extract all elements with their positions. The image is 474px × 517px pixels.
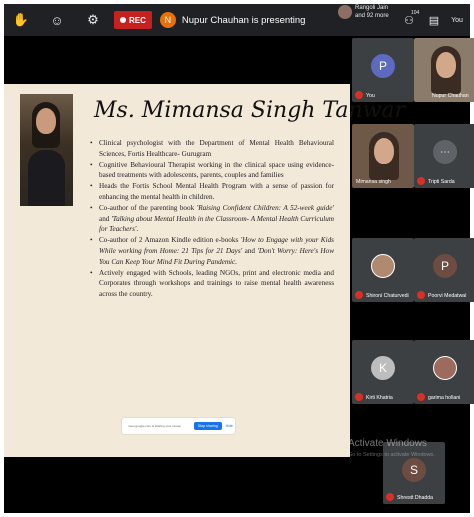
people-chip[interactable]: Rangoli Jain and 92 more <box>338 4 389 20</box>
recording-badge: REC <box>114 11 152 29</box>
participant-name: Tripti Sarda <box>428 179 455 185</box>
people-more: and 92 more <box>355 13 389 19</box>
bullet-item: Co-author of the parenting book 'Raising… <box>90 203 334 235</box>
avatar: P <box>371 54 395 78</box>
activate-windows-subtitle: Go to Settings to activate Windows. <box>348 452 435 458</box>
record-dot-icon <box>120 17 126 23</box>
mic-off-icon <box>355 291 363 299</box>
hide-button[interactable]: Hide <box>226 424 233 428</box>
participant-name: Shironi Chaturvedi <box>366 293 409 299</box>
mic-off-icon <box>355 393 363 401</box>
participant-name: Poorvi Medatwal <box>428 293 467 299</box>
emoji-icon[interactable]: ☺ <box>46 9 68 31</box>
participant-tile-poorvi[interactable]: P Poorvi Medatwal <box>414 238 474 302</box>
participant-tile-kirti[interactable]: K Kirti Khatria <box>352 340 414 404</box>
presenter-avatar: N <box>159 12 176 28</box>
avatar: S <box>402 458 426 482</box>
chat-icon: ▤ <box>428 14 440 27</box>
participant-name: Kirti Khatria <box>366 395 393 401</box>
mic-off-icon <box>355 91 363 99</box>
participant-tile-garima[interactable]: garima hollani <box>414 340 474 404</box>
bullet-item: Actively engaged with Schools, leading N… <box>90 268 334 300</box>
activate-windows-title: Activate Windows <box>348 438 427 449</box>
mic-off-icon <box>417 393 425 401</box>
bullet-item: Cognitive Behavioural Therapist working … <box>90 160 334 181</box>
participant-name: You <box>366 93 375 99</box>
participant-tile-nupur[interactable]: Nupur Chauhan <box>414 38 474 102</box>
avatar <box>338 5 352 19</box>
stop-sharing-button[interactable]: Stop sharing <box>194 422 222 430</box>
raise-hand-icon[interactable]: ✋ <box>10 9 32 31</box>
mic-off-icon <box>386 493 394 501</box>
presentation-slide: Ms. Mimansa Singh Tanwar Clinical psycho… <box>4 84 405 457</box>
participant-name: Nupur Chauhan <box>432 93 469 99</box>
screen-share-bar: meet.google.com is sharing your screen S… <box>122 418 235 434</box>
avatar: K <box>371 356 395 380</box>
mic-off-icon <box>417 177 425 185</box>
participant-name: garima hollani <box>428 395 461 401</box>
chat-button[interactable]: ▤ <box>426 4 442 36</box>
participant-tile-tripti[interactable]: ⋯ Tripti Sarda <box>414 124 474 188</box>
rec-label: REC <box>129 15 146 25</box>
participant-name: Mimansa singh <box>356 179 391 185</box>
people-name: Rangoli Jain <box>355 5 389 11</box>
bullet-item: Co-author of 2 Amazon Kindle edition e-b… <box>90 235 334 267</box>
share-text: meet.google.com is sharing your screen <box>128 424 182 428</box>
participant-name: Shrestt Dhadda <box>397 495 434 501</box>
more-options-icon: ⋯ <box>433 140 457 164</box>
you-badge[interactable]: You <box>444 4 468 36</box>
speaker-photo <box>20 94 73 206</box>
avatar <box>371 254 395 278</box>
participant-tile-you[interactable]: P You <box>352 38 414 102</box>
avatar: P <box>433 254 457 278</box>
participant-tile-mimansa[interactable]: Mimansa singh <box>352 124 414 188</box>
mic-off-icon <box>417 291 425 299</box>
participant-count: 104 <box>411 10 420 16</box>
people-button[interactable]: ⚇ 104 <box>400 4 420 36</box>
gear-icon[interactable]: ⚙ <box>82 9 104 31</box>
bullet-item: Heads the Fortis School Mental Health Pr… <box>90 181 334 202</box>
presenting-text: Nupur Chauhan is presenting <box>181 14 306 26</box>
you-label: You <box>451 16 463 24</box>
avatar <box>433 356 457 380</box>
bullet-list: Clinical psychologist with the Departmen… <box>90 138 334 300</box>
bullet-item: Clinical psychologist with the Departmen… <box>90 138 334 159</box>
participant-tile-shironi[interactable]: Shironi Chaturvedi <box>352 238 414 302</box>
